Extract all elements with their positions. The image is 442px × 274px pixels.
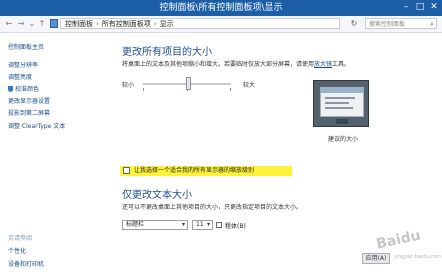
- element-select[interactable]: 标题栏 ▾: [122, 220, 188, 230]
- preview-monitor-stand: [336, 119, 348, 124]
- description-text: 将桌面上的文本及其他项缩小和增大。若要临时仅放大部分屏幕，请使用: [122, 61, 315, 68]
- baidu-watermark-logo: Baidu: [374, 227, 423, 253]
- window-title: 控制面板\所有控制面板项\显示: [159, 3, 283, 13]
- preview-label: 建议的大小: [328, 136, 359, 143]
- navigation-bar: ← → ⌄ ↑ 控制面板 › 所有控制面板项 › 显示 ↻ 搜索控制面板 ⌕: [0, 16, 442, 33]
- slider-large-label: 较大: [243, 82, 256, 89]
- preview-text-line: [325, 107, 353, 109]
- apply-button[interactable]: 应用(A): [362, 253, 390, 264]
- sidebar-item-calibrate-color[interactable]: 校准颜色: [8, 84, 39, 93]
- font-size-select[interactable]: 11 ▾: [192, 220, 213, 230]
- forward-arrow-icon[interactable]: →: [16, 18, 26, 29]
- scaling-checkbox-row[interactable]: 让我选择一个适合我的所有显示器的缩放级别: [120, 166, 292, 176]
- search-placeholder: 搜索控制面板: [369, 21, 406, 28]
- sidebar-home-link[interactable]: 控制面板主页: [8, 42, 44, 51]
- search-input[interactable]: 搜索控制面板 ⌕: [365, 18, 437, 29]
- heading-text-size: 仅更改文本大小: [122, 190, 192, 201]
- slider-tick: [230, 88, 231, 91]
- close-icon[interactable]: ✕: [428, 2, 440, 13]
- preview-text-line: [325, 102, 349, 104]
- font-size-value: 11: [196, 221, 204, 228]
- back-arrow-icon[interactable]: ←: [4, 18, 14, 29]
- minimize-icon[interactable]: –: [400, 2, 412, 13]
- scaling-checkbox[interactable]: [123, 167, 130, 174]
- breadcrumb-control-panel[interactable]: 控制面板: [65, 20, 93, 28]
- display-preview-image: [313, 80, 369, 127]
- recent-pages-chevron-icon[interactable]: ⌄: [27, 18, 37, 29]
- slider-tick: [143, 88, 144, 91]
- description-suffix: 工具。: [332, 61, 351, 68]
- breadcrumb-all-items[interactable]: 所有控制面板项: [102, 20, 151, 28]
- sidebar-item-label: 校准颜色: [15, 86, 40, 93]
- magnifier-link[interactable]: 放大镜: [314, 61, 332, 68]
- search-icon[interactable]: ⌕: [430, 19, 434, 30]
- sidebar-item-cleartype[interactable]: 调整 ClearType 文本: [8, 121, 65, 130]
- title-bar: 控制面板\所有控制面板项\显示 – □ ✕: [0, 0, 442, 16]
- sidebar-item-project[interactable]: 投影到第二屏幕: [8, 108, 50, 117]
- sidebar-item-personalization[interactable]: 个性化: [8, 246, 26, 255]
- description-text-size: 还可以不更改桌面上其他项目的大小，只更改指定项目的文本大小。: [122, 204, 303, 211]
- watermark-url: jingyan.baidu.com: [395, 254, 442, 260]
- sidebar-item-resolution[interactable]: 调整分辨率: [8, 60, 38, 69]
- up-arrow-icon[interactable]: ↑: [37, 18, 47, 29]
- breadcrumb-display[interactable]: 显示: [160, 20, 174, 28]
- scaling-checkbox-label[interactable]: 让我选择一个适合我的所有显示器的缩放级别: [134, 167, 254, 175]
- see-also-heading: 另请参阅: [8, 235, 33, 242]
- sidebar-item-display-settings[interactable]: 更改显示器设置: [8, 96, 50, 105]
- refresh-icon[interactable]: ↻: [348, 18, 360, 29]
- preview-window-bar: [321, 88, 363, 93]
- bold-label[interactable]: 粗体(B): [225, 221, 246, 230]
- chevron-down-icon: ▾: [181, 221, 185, 228]
- sidebar-item-devices-printers[interactable]: 设备和打印机: [8, 259, 44, 268]
- bold-checkbox[interactable]: [216, 222, 222, 228]
- slider-small-label: 较小: [122, 82, 135, 89]
- address-bar[interactable]: 控制面板 › 所有控制面板项 › 显示: [60, 18, 340, 29]
- sidebar: 控制面板主页 调整分辨率 调整亮度 校准颜色 更改显示器设置 投影到第二屏幕 调…: [0, 33, 110, 274]
- element-select-value: 标题栏: [126, 221, 145, 228]
- heading-change-size: 更改所有项目的大小: [122, 47, 212, 58]
- maximize-icon[interactable]: □: [414, 2, 426, 13]
- shield-icon: [8, 86, 13, 92]
- preview-window: [320, 87, 364, 117]
- sidebar-item-brightness[interactable]: 调整亮度: [8, 72, 32, 81]
- control-panel-icon: [50, 19, 58, 28]
- size-slider-thumb[interactable]: [186, 77, 191, 90]
- description-change-size: 将桌面上的文本及其他项缩小和增大。若要临时仅放大部分屏幕，请使用放大镜工具。: [122, 59, 350, 68]
- chevron-down-icon: ▾: [206, 221, 210, 228]
- preview-text-line: [325, 97, 355, 99]
